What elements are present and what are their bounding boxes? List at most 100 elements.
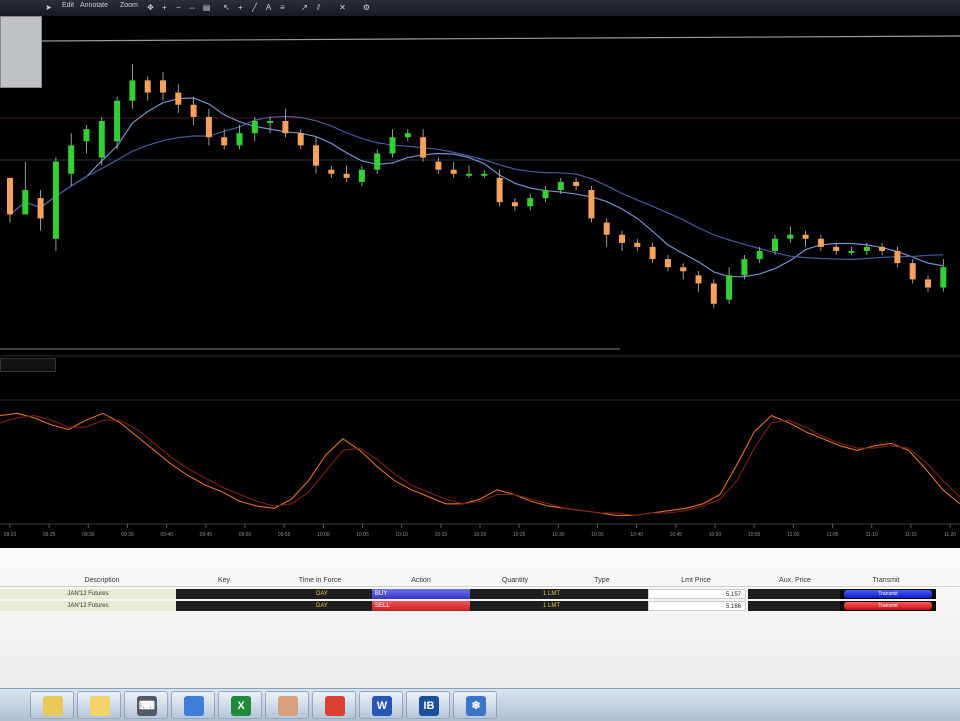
taskbar-button[interactable] bbox=[171, 691, 215, 719]
candle-body bbox=[573, 181, 580, 186]
pan-tool-icon[interactable]: ✥ bbox=[146, 3, 155, 12]
zoom-in-icon[interactable]: + bbox=[160, 3, 169, 12]
order-tif[interactable]: DAY bbox=[272, 601, 372, 611]
arrow-tool-icon[interactable]: ➤ bbox=[44, 3, 53, 12]
chart-thumbnail[interactable] bbox=[0, 16, 42, 88]
col-lmt-price[interactable]: Lmt Price bbox=[664, 577, 728, 586]
time-tick-label: 10:50 bbox=[709, 532, 722, 538]
candle-body bbox=[236, 133, 243, 146]
windows-taskbar: ⌨ X W IB ❄ bbox=[0, 688, 960, 721]
delete-tool-icon[interactable]: ✕ bbox=[338, 3, 347, 12]
fib-tool-icon[interactable]: ≡ bbox=[278, 3, 287, 12]
candle-body bbox=[267, 120, 274, 123]
order-row-sell[interactable]: JAN'12 Futures DAY SELL 1 LMT 5.166 Tran… bbox=[0, 601, 960, 611]
remote-desktop-icon bbox=[184, 696, 204, 716]
order-description: JAN'12 Futures bbox=[0, 589, 177, 599]
candle-body bbox=[527, 198, 534, 207]
order-quantity[interactable]: 1 LMT bbox=[470, 601, 560, 611]
taskbar-button[interactable]: IB bbox=[406, 691, 450, 719]
col-description[interactable]: Description bbox=[70, 577, 134, 586]
candle-body bbox=[695, 275, 702, 284]
col-aux-price[interactable]: Aux. Price bbox=[764, 577, 826, 586]
candle-body bbox=[190, 104, 197, 117]
transmit-button[interactable]: Transmit bbox=[840, 589, 936, 599]
price-chart[interactable]: 09:20 09:25 09:30 09:35 09:40 09:45 09:50 09:55… bbox=[0, 16, 960, 548]
order-aux-price[interactable] bbox=[748, 589, 840, 599]
ray-tool-icon[interactable]: ↗ bbox=[300, 3, 309, 12]
candle-body bbox=[450, 169, 457, 174]
time-tick-label: 10:30 bbox=[552, 532, 565, 538]
order-tif[interactable]: DAY bbox=[272, 589, 372, 599]
menu-edit[interactable]: Edit bbox=[62, 2, 74, 9]
taskbar-button[interactable]: X bbox=[218, 691, 262, 719]
time-tick-label: 11:05 bbox=[826, 532, 838, 538]
application-icon bbox=[278, 696, 298, 716]
candle-body bbox=[358, 169, 365, 182]
taskbar-button[interactable] bbox=[265, 691, 309, 719]
transmit-button[interactable]: Transmit bbox=[840, 601, 936, 611]
col-time-in-force[interactable]: Time in Force bbox=[284, 577, 356, 586]
snowflake-icon: ❄ bbox=[466, 696, 486, 716]
text-tool-icon[interactable]: A bbox=[264, 3, 273, 12]
candle-body bbox=[894, 250, 901, 264]
candle-body bbox=[741, 259, 748, 276]
candle-body bbox=[481, 173, 488, 176]
menu-annotate[interactable]: Annotate bbox=[80, 2, 108, 9]
taskbar-button[interactable]: W bbox=[359, 691, 403, 719]
col-key[interactable]: Key bbox=[200, 577, 248, 586]
order-type-cell[interactable] bbox=[560, 589, 648, 599]
candle-body bbox=[129, 80, 136, 101]
candle-body bbox=[511, 202, 518, 207]
menu-zoom[interactable]: Zoom bbox=[120, 2, 138, 9]
order-key[interactable] bbox=[176, 589, 272, 599]
taskbar-button[interactable]: ❄ bbox=[453, 691, 497, 719]
time-tick-label: 10:45 bbox=[670, 532, 683, 538]
order-action-sell[interactable]: SELL bbox=[372, 601, 470, 611]
order-key[interactable] bbox=[176, 601, 272, 611]
candle-body bbox=[726, 275, 733, 300]
candle-body bbox=[160, 80, 166, 93]
candle-body bbox=[466, 173, 472, 176]
taskbar-button[interactable]: ⌨ bbox=[124, 691, 168, 719]
order-aux-price[interactable] bbox=[748, 601, 840, 611]
taskbar-button[interactable] bbox=[77, 691, 121, 719]
candle-body bbox=[940, 267, 947, 288]
crosshair-icon[interactable]: + bbox=[236, 3, 245, 12]
col-quantity[interactable]: Quantity bbox=[486, 577, 544, 586]
taskbar-button[interactable] bbox=[312, 691, 356, 719]
col-transmit[interactable]: Transmit bbox=[856, 577, 916, 586]
channel-tool-icon[interactable]: ⫽ bbox=[314, 3, 323, 12]
fit-icon[interactable]: ⇔ bbox=[188, 3, 197, 12]
col-action[interactable]: Action bbox=[390, 577, 452, 586]
order-action-buy[interactable]: BUY bbox=[372, 589, 470, 599]
chart-type-icon[interactable]: ▤ bbox=[202, 3, 211, 12]
chrome-icon bbox=[325, 696, 345, 716]
candle-body bbox=[251, 120, 258, 134]
order-limit-price[interactable]: 5.166 bbox=[648, 601, 746, 611]
order-type-cell[interactable] bbox=[560, 601, 648, 611]
pointer-icon[interactable]: ↖ bbox=[222, 3, 231, 12]
word-icon: W bbox=[372, 696, 392, 716]
candle-body bbox=[114, 100, 121, 142]
indicator-label[interactable] bbox=[0, 358, 56, 372]
folder-icon bbox=[90, 696, 110, 716]
candle-body bbox=[205, 116, 212, 138]
candle-body bbox=[313, 145, 319, 166]
candle-body bbox=[175, 92, 182, 105]
line-tool-icon[interactable]: ╱ bbox=[250, 3, 259, 12]
candle-body bbox=[619, 234, 625, 243]
candle-body bbox=[863, 246, 870, 251]
order-limit-price[interactable]: 5.157 bbox=[648, 589, 746, 599]
time-tick-label: 09:55 bbox=[278, 532, 291, 538]
settings-tool-icon[interactable]: ⚙ bbox=[362, 3, 371, 12]
order-quantity[interactable]: 1 LMT bbox=[470, 589, 560, 599]
taskbar-button[interactable] bbox=[30, 691, 74, 719]
order-row-buy[interactable]: JAN'12 Futures DAY BUY 1 LMT 5.157 Trans… bbox=[0, 589, 960, 599]
col-type[interactable]: Type bbox=[578, 577, 626, 586]
time-tick-label: 10:55 bbox=[748, 532, 761, 538]
time-tick-label: 10:05 bbox=[356, 532, 369, 538]
candle-body bbox=[603, 222, 610, 235]
zoom-out-icon[interactable]: − bbox=[174, 3, 183, 12]
candle-body bbox=[817, 238, 824, 247]
candle-body bbox=[772, 238, 778, 251]
